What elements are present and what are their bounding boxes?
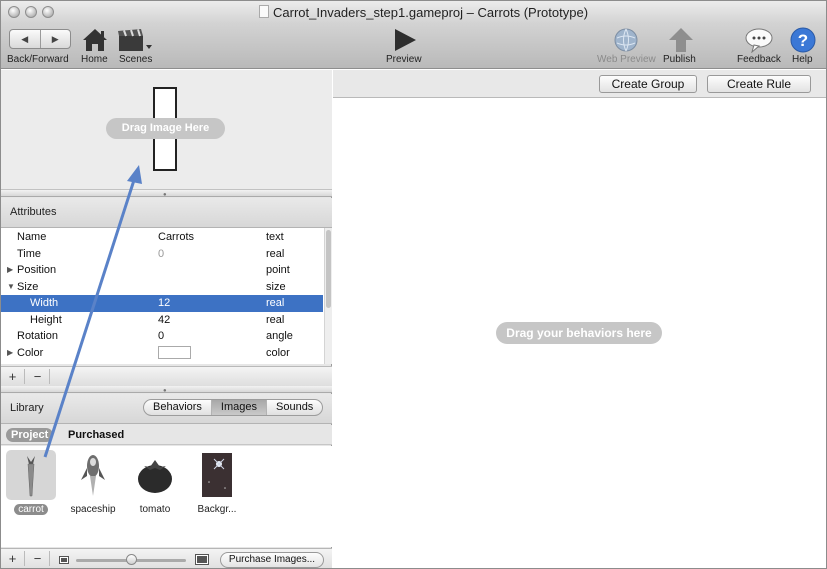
attribute-row-size[interactable]: ▼ Size size [1,279,323,296]
image-drop-zone[interactable]: Drag Image Here [1,70,332,190]
library-footer: + − Purchase Images... [1,548,332,568]
color-swatch[interactable] [158,345,191,359]
feedback-label: Feedback [737,54,781,65]
slider-knob[interactable] [126,554,137,565]
library-item-spaceship[interactable]: spaceship [65,450,121,515]
pane-splitter[interactable]: ● [1,190,332,198]
zoom-window-button[interactable] [42,6,54,18]
create-group-button[interactable]: Create Group [599,75,697,93]
minimize-window-button[interactable] [25,6,37,18]
speech-bubble-icon[interactable] [744,27,774,53]
library-item-carrot[interactable]: carrot [3,450,59,515]
library-title: Library [10,402,44,414]
attribute-row-height[interactable]: Height 42 real [1,312,323,329]
library-type-tabs: Behaviors Images Sounds [143,399,324,416]
purchase-images-button[interactable]: Purchase Images... [220,552,324,568]
add-image-button[interactable]: + [1,551,25,566]
attribute-row-color[interactable]: ▶ Color color [1,345,323,362]
add-attribute-button[interactable]: + [1,369,25,384]
close-window-button[interactable] [8,6,20,18]
play-icon[interactable] [391,26,419,54]
attributes-scrollbar[interactable] [324,228,332,364]
tab-behaviors[interactable]: Behaviors [144,400,212,415]
attribute-row-time[interactable]: Time 0 real [1,246,323,263]
remove-attribute-button[interactable]: − [26,369,50,384]
library-item-background[interactable]: Backgr... [189,450,245,515]
disclosure-triangle-icon[interactable]: ▼ [7,279,15,295]
behaviors-toolbar: Create Group Create Rule [333,70,826,98]
carrot-image [27,456,35,497]
scrollbar-thumb[interactable] [326,230,331,308]
document-icon [259,5,269,18]
question-icon[interactable]: ? [789,26,817,54]
forward-button[interactable]: ▶ [41,30,71,48]
help-label: Help [792,54,813,65]
attributes-header: Attributes [1,198,332,228]
pane-splitter[interactable]: ● [1,386,332,394]
small-thumbnail-icon [59,556,69,564]
home-icon[interactable] [81,27,109,53]
globe-icon[interactable] [612,26,640,54]
tomato-image [138,460,172,493]
tab-sounds[interactable]: Sounds [267,400,322,415]
drag-image-hint: Drag Image Here [106,118,225,139]
back-forward-control[interactable]: ◀ ▶ [9,29,71,49]
window-title: Carrot_Invaders_step1.gameproj – Carrots… [273,5,589,20]
disclosure-triangle-icon[interactable]: ▶ [7,262,13,278]
tab-images[interactable]: Images [211,400,267,415]
scenes-label: Scenes [119,54,153,65]
back-forward-label: Back/Forward [7,54,69,65]
behaviors-drop-hint[interactable]: Drag your behaviors here [496,322,662,344]
remove-image-button[interactable]: − [26,551,50,566]
publish-label: Publish [663,54,696,65]
create-rule-button[interactable]: Create Rule [707,75,811,93]
main-toolbar: ◀ ▶ Back/Forward Home Scenes Preview Web… [1,23,826,69]
tab-purchased[interactable]: Purchased [63,428,129,442]
web-preview-label: Web Preview [597,54,656,65]
disclosure-triangle-icon[interactable]: ▶ [7,345,13,361]
spaceship-image [81,455,105,496]
attributes-title: Attributes [10,206,57,218]
left-panel: Drag Image Here ● Attributes Name Carrot… [1,70,332,568]
home-label: Home [81,54,108,65]
library-header: Library Behaviors Images Sounds [1,394,332,424]
attributes-table: Name Carrots text Time 0 real ▶ Position… [1,228,332,364]
attribute-row-rotation[interactable]: Rotation 0 angle [1,328,323,345]
attribute-row-width[interactable]: Width 12 real [1,295,323,312]
library-item-tomato[interactable]: tomato [127,450,183,515]
tab-project[interactable]: Project [6,428,54,442]
attributes-footer: + − [1,366,332,386]
behaviors-panel: Create Group Create Rule Drag your behav… [333,70,826,568]
title-bar: Carrot_Invaders_step1.gameproj – Carrots… [1,1,826,23]
svg-text:?: ? [798,31,808,50]
library-grid: carrot spaceship tomato Backgr... [1,446,332,547]
library-source-tabs: Project Purchased [1,425,332,445]
attribute-row-position[interactable]: ▶ Position point [1,262,323,279]
scenes-clapperboard-icon[interactable] [117,27,153,53]
back-button[interactable]: ◀ [10,30,41,48]
preview-label: Preview [386,54,422,65]
attribute-row-name[interactable]: Name Carrots text [1,229,323,246]
upload-arrow-icon[interactable] [667,26,695,54]
app-window: Carrot_Invaders_step1.gameproj – Carrots… [0,0,827,569]
background-image [202,453,232,497]
large-thumbnail-icon [195,554,209,565]
